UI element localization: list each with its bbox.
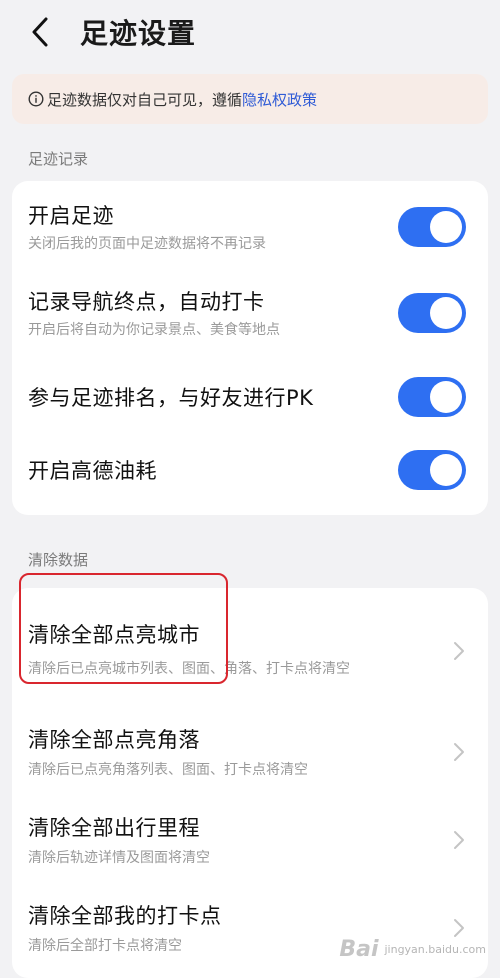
record-settings-card: 开启足迹 关闭后我的页面中足迹数据将不再记录 记录导航终点，自动打卡 开启后将自… — [12, 181, 488, 515]
clear-item-desc: 清除后轨迹详情及图面将清空 — [28, 850, 210, 866]
toggle-switch[interactable] — [398, 293, 466, 333]
setting-desc: 开启后将自动为你记录景点、美食等地点 — [28, 322, 280, 338]
toggle-knob — [430, 211, 462, 243]
section-label-record: 足迹记录 — [28, 150, 89, 168]
privacy-policy-link[interactable]: 隐私权政策 — [242, 89, 317, 110]
chevron-right-icon — [452, 741, 466, 763]
setting-ranking-pk[interactable]: 参与足迹排名，与好友进行PK — [12, 359, 488, 435]
toggle-knob — [430, 454, 462, 486]
setting-title: 开启足迹 — [28, 204, 114, 228]
toggle-switch[interactable] — [398, 207, 466, 247]
section-label-clear: 清除数据 — [28, 551, 89, 569]
toggle-knob — [430, 297, 462, 329]
clear-mileage-item[interactable]: 清除全部出行里程 清除后轨迹详情及图面将清空 — [12, 796, 488, 884]
notice-text: 足迹数据仅对自己可见，遵循 — [47, 90, 243, 109]
clear-data-card: 清除全部点亮城市 清除后已点亮城市列表、图面、角落、打卡点将清空 清除全部点亮角… — [12, 588, 488, 978]
setting-fuel-consumption[interactable]: 开启高德油耗 — [12, 435, 488, 505]
chevron-right-icon — [452, 917, 466, 939]
setting-title: 开启高德油耗 — [28, 459, 157, 483]
clear-item-desc: 清除后已点亮角落列表、图面、打卡点将清空 — [28, 762, 308, 778]
clear-corners-item[interactable]: 清除全部点亮角落 清除后已点亮角落列表、图面、打卡点将清空 — [12, 708, 488, 796]
setting-enable-footprint[interactable]: 开启足迹 关闭后我的页面中足迹数据将不再记录 — [12, 187, 488, 267]
clear-item-desc: 清除后已点亮城市列表、图面、角落、打卡点将清空 — [28, 661, 350, 677]
privacy-notice: 足迹数据仅对自己可见，遵循 隐私权政策 — [12, 74, 488, 124]
clear-item-title: 清除全部点亮角落 — [28, 728, 200, 752]
clear-item-title: 清除全部点亮城市 — [28, 623, 200, 647]
toggle-switch[interactable] — [398, 450, 466, 490]
watermark-logo: Bai jingyan.baidu.com — [339, 937, 486, 962]
chevron-right-icon — [452, 829, 466, 851]
setting-title: 记录导航终点，自动打卡 — [28, 290, 265, 314]
setting-auto-checkin[interactable]: 记录导航终点，自动打卡 开启后将自动为你记录景点、美食等地点 — [12, 267, 488, 359]
header: 足迹设置 — [0, 0, 500, 64]
watermark-subtext: jingyan.baidu.com — [384, 943, 486, 956]
clear-item-title: 清除全部出行里程 — [28, 816, 200, 840]
page-title: 足迹设置 — [80, 17, 197, 50]
chevron-right-icon — [452, 640, 466, 662]
back-arrow-icon[interactable] — [30, 12, 58, 52]
setting-desc: 关闭后我的页面中足迹数据将不再记录 — [28, 236, 266, 252]
setting-title: 参与足迹排名，与好友进行PK — [28, 386, 314, 410]
clear-cities-item[interactable]: 清除全部点亮城市 清除后已点亮城市列表、图面、角落、打卡点将清空 — [12, 594, 488, 708]
watermark-text: Bai — [339, 937, 379, 962]
toggle-switch[interactable] — [398, 377, 466, 417]
toggle-knob — [430, 381, 462, 413]
clear-item-title: 清除全部我的打卡点 — [28, 904, 222, 928]
info-icon — [28, 91, 44, 107]
